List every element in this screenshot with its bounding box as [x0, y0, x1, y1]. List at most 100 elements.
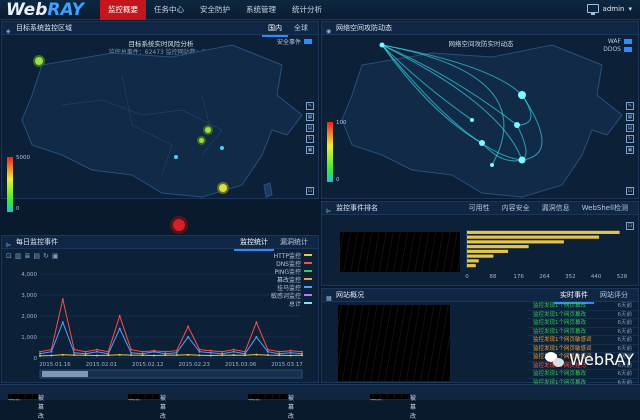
rank-panel-title: 监控事件排名: [336, 204, 378, 212]
china-map: [21, 44, 303, 198]
data-point: [232, 354, 235, 357]
data-point: [209, 349, 212, 352]
data-point: [95, 354, 98, 357]
edit-icon[interactable]: ✎: [626, 102, 634, 110]
tab-availability[interactable]: 可用性: [463, 202, 496, 215]
brand-logo[interactable]: WebRAY: [6, 0, 84, 20]
event-text: 监控发现1个网页篡改: [533, 303, 586, 309]
ticker-item[interactable]: 站点 被篡改: [8, 389, 44, 420]
save-icon[interactable]: ▣: [626, 146, 634, 154]
event-text: 监控发现1个网页敏感词: [533, 337, 592, 343]
data-point: [198, 350, 201, 353]
daily-line-chart: 4,000 3,000 2,000 1,000 02015.01.16 2015.02.0…: [21, 272, 303, 379]
rank-bar: [467, 259, 479, 263]
risk-marker-east[interactable]: [217, 182, 229, 194]
event-row[interactable]: 监控发现1个网页篡改 6天前: [527, 370, 638, 379]
user-name: admin: [602, 4, 625, 13]
rank-bar: [467, 245, 529, 249]
tab-monitor-stats[interactable]: 监控统计: [234, 236, 274, 251]
tab-vuln-stats[interactable]: 漏洞统计: [274, 236, 314, 251]
attack-zoom-tools: ⊡: [626, 187, 634, 195]
risk-marker-center-1[interactable]: [203, 125, 213, 135]
data-point: [255, 336, 258, 338]
risk-marker-north[interactable]: [33, 55, 45, 67]
table-icon[interactable]: ▤: [306, 124, 314, 132]
chart-icon: ⊫: [6, 242, 12, 249]
x-tick-label: 2015.03.17: [271, 362, 303, 368]
map-panel: ◈ 目标系统监控区域 国内 全球 目标系统实时风险分析 监控总事件：62473 监控…: [1, 21, 319, 234]
zoom-icon[interactable]: ⊡: [626, 222, 634, 230]
event-time: 6天前: [617, 320, 633, 326]
table-icon[interactable]: ▤: [626, 124, 634, 132]
zoom-icon[interactable]: ⊡: [306, 187, 314, 195]
event-row[interactable]: 监控发现1个网页篡改 6天前: [527, 311, 638, 319]
data-point: [73, 351, 76, 354]
ticker-item[interactable]: 站点 被篡改: [248, 389, 294, 420]
ticker-item[interactable]: 站点 被篡改: [370, 389, 416, 420]
data-point: [164, 354, 167, 357]
refresh-icon[interactable]: ↻: [306, 135, 314, 143]
x-tick-label: 176: [513, 274, 524, 280]
wechat-icon: [545, 351, 565, 368]
data-point: [107, 354, 110, 357]
y-tick-label: 4,000: [21, 272, 37, 278]
data-point: [164, 350, 167, 353]
nav-item-security[interactable]: 安全防护: [192, 0, 238, 20]
event-row[interactable]: 监控发现1个网页篡改 6天前: [527, 328, 638, 336]
refresh-icon[interactable]: ↻: [43, 252, 49, 260]
risk-scale-max: 5000: [16, 155, 30, 161]
rank-bar: [467, 254, 494, 258]
user-menu[interactable]: admin ▾: [586, 4, 632, 15]
event-row[interactable]: 监控发现1个网页篡改 6天前: [527, 302, 638, 311]
data-point: [130, 354, 133, 357]
refresh-icon[interactable]: ↻: [626, 135, 634, 143]
nav-item-system[interactable]: 系统管理: [238, 0, 284, 20]
ticker-item[interactable]: 站点 被篡改: [128, 389, 166, 420]
map-toolbar: ✎ ▦ ▤ ↻ ▣: [306, 102, 314, 154]
data-point: [95, 350, 98, 353]
x-tick-label: 264: [539, 274, 550, 280]
tab-webshell[interactable]: WebShell检测: [576, 202, 634, 215]
site-icon: ▦: [326, 295, 332, 302]
data-point: [209, 354, 212, 357]
data-point: [232, 350, 235, 353]
zoom-icon[interactable]: ⊡: [626, 187, 634, 195]
data-point: [130, 348, 133, 351]
nav-item-stats[interactable]: 统计分析: [284, 0, 330, 20]
data-point: [107, 350, 110, 353]
main-nav: 监控概要 任务中心 安全防护 系统管理 统计分析: [100, 0, 330, 20]
risk-marker-south[interactable]: [170, 216, 188, 234]
nav-item-tasks[interactable]: 任务中心: [146, 0, 192, 20]
data-point: [187, 336, 190, 338]
tab-content-security[interactable]: 内容安全: [496, 202, 536, 215]
grid-icon[interactable]: ▦: [306, 113, 314, 121]
risk-marker-center-2[interactable]: [197, 136, 206, 145]
daily-panel-title: 每日监控事件: [16, 238, 58, 246]
grid-icon[interactable]: ▦: [626, 113, 634, 121]
legend-swatch: [304, 262, 312, 264]
event-row[interactable]: 监控发现1个网页篡改 6天前: [527, 319, 638, 328]
nav-item-overview[interactable]: 监控概要: [100, 0, 146, 20]
edit-icon[interactable]: ✎: [306, 102, 314, 110]
event-list: 监控发现1个网页篡改 6天前 监控发现1个网页篡改 6天前 监控发现1个网页篡改 6天前监…: [527, 302, 638, 387]
line-chart-icon[interactable]: ⊡: [6, 252, 12, 260]
x-tick-label: 88: [489, 274, 496, 280]
data-point: [84, 350, 87, 353]
chevron-down-icon: ▾: [628, 4, 632, 13]
data-point: [84, 354, 87, 357]
save-icon[interactable]: ▣: [52, 252, 59, 260]
top-bar: WebRAY 监控概要 任务中心 安全防护 系统管理 统计分析 admin ▾: [0, 0, 640, 20]
data-point: [141, 350, 144, 353]
rank-panel: ⊫ 监控事件排名 可用性 内容安全 漏洞信息 WebShell检测 0 88 176 264 3…: [321, 201, 639, 286]
series-line: [39, 299, 303, 353]
bar-chart-icon[interactable]: ▥: [15, 252, 22, 260]
attack-map: [341, 42, 623, 198]
save-icon[interactable]: ▣: [306, 146, 314, 154]
data-point: [118, 353, 121, 356]
data-point: [289, 351, 292, 354]
location-dot: [174, 155, 178, 159]
tab-vuln-info[interactable]: 漏洞信息: [536, 202, 576, 215]
event-row[interactable]: 监控发现1个网页敏感词 6天前: [527, 336, 638, 345]
table-icon[interactable]: ▤: [33, 252, 40, 260]
stack-icon[interactable]: ≣: [25, 252, 31, 260]
